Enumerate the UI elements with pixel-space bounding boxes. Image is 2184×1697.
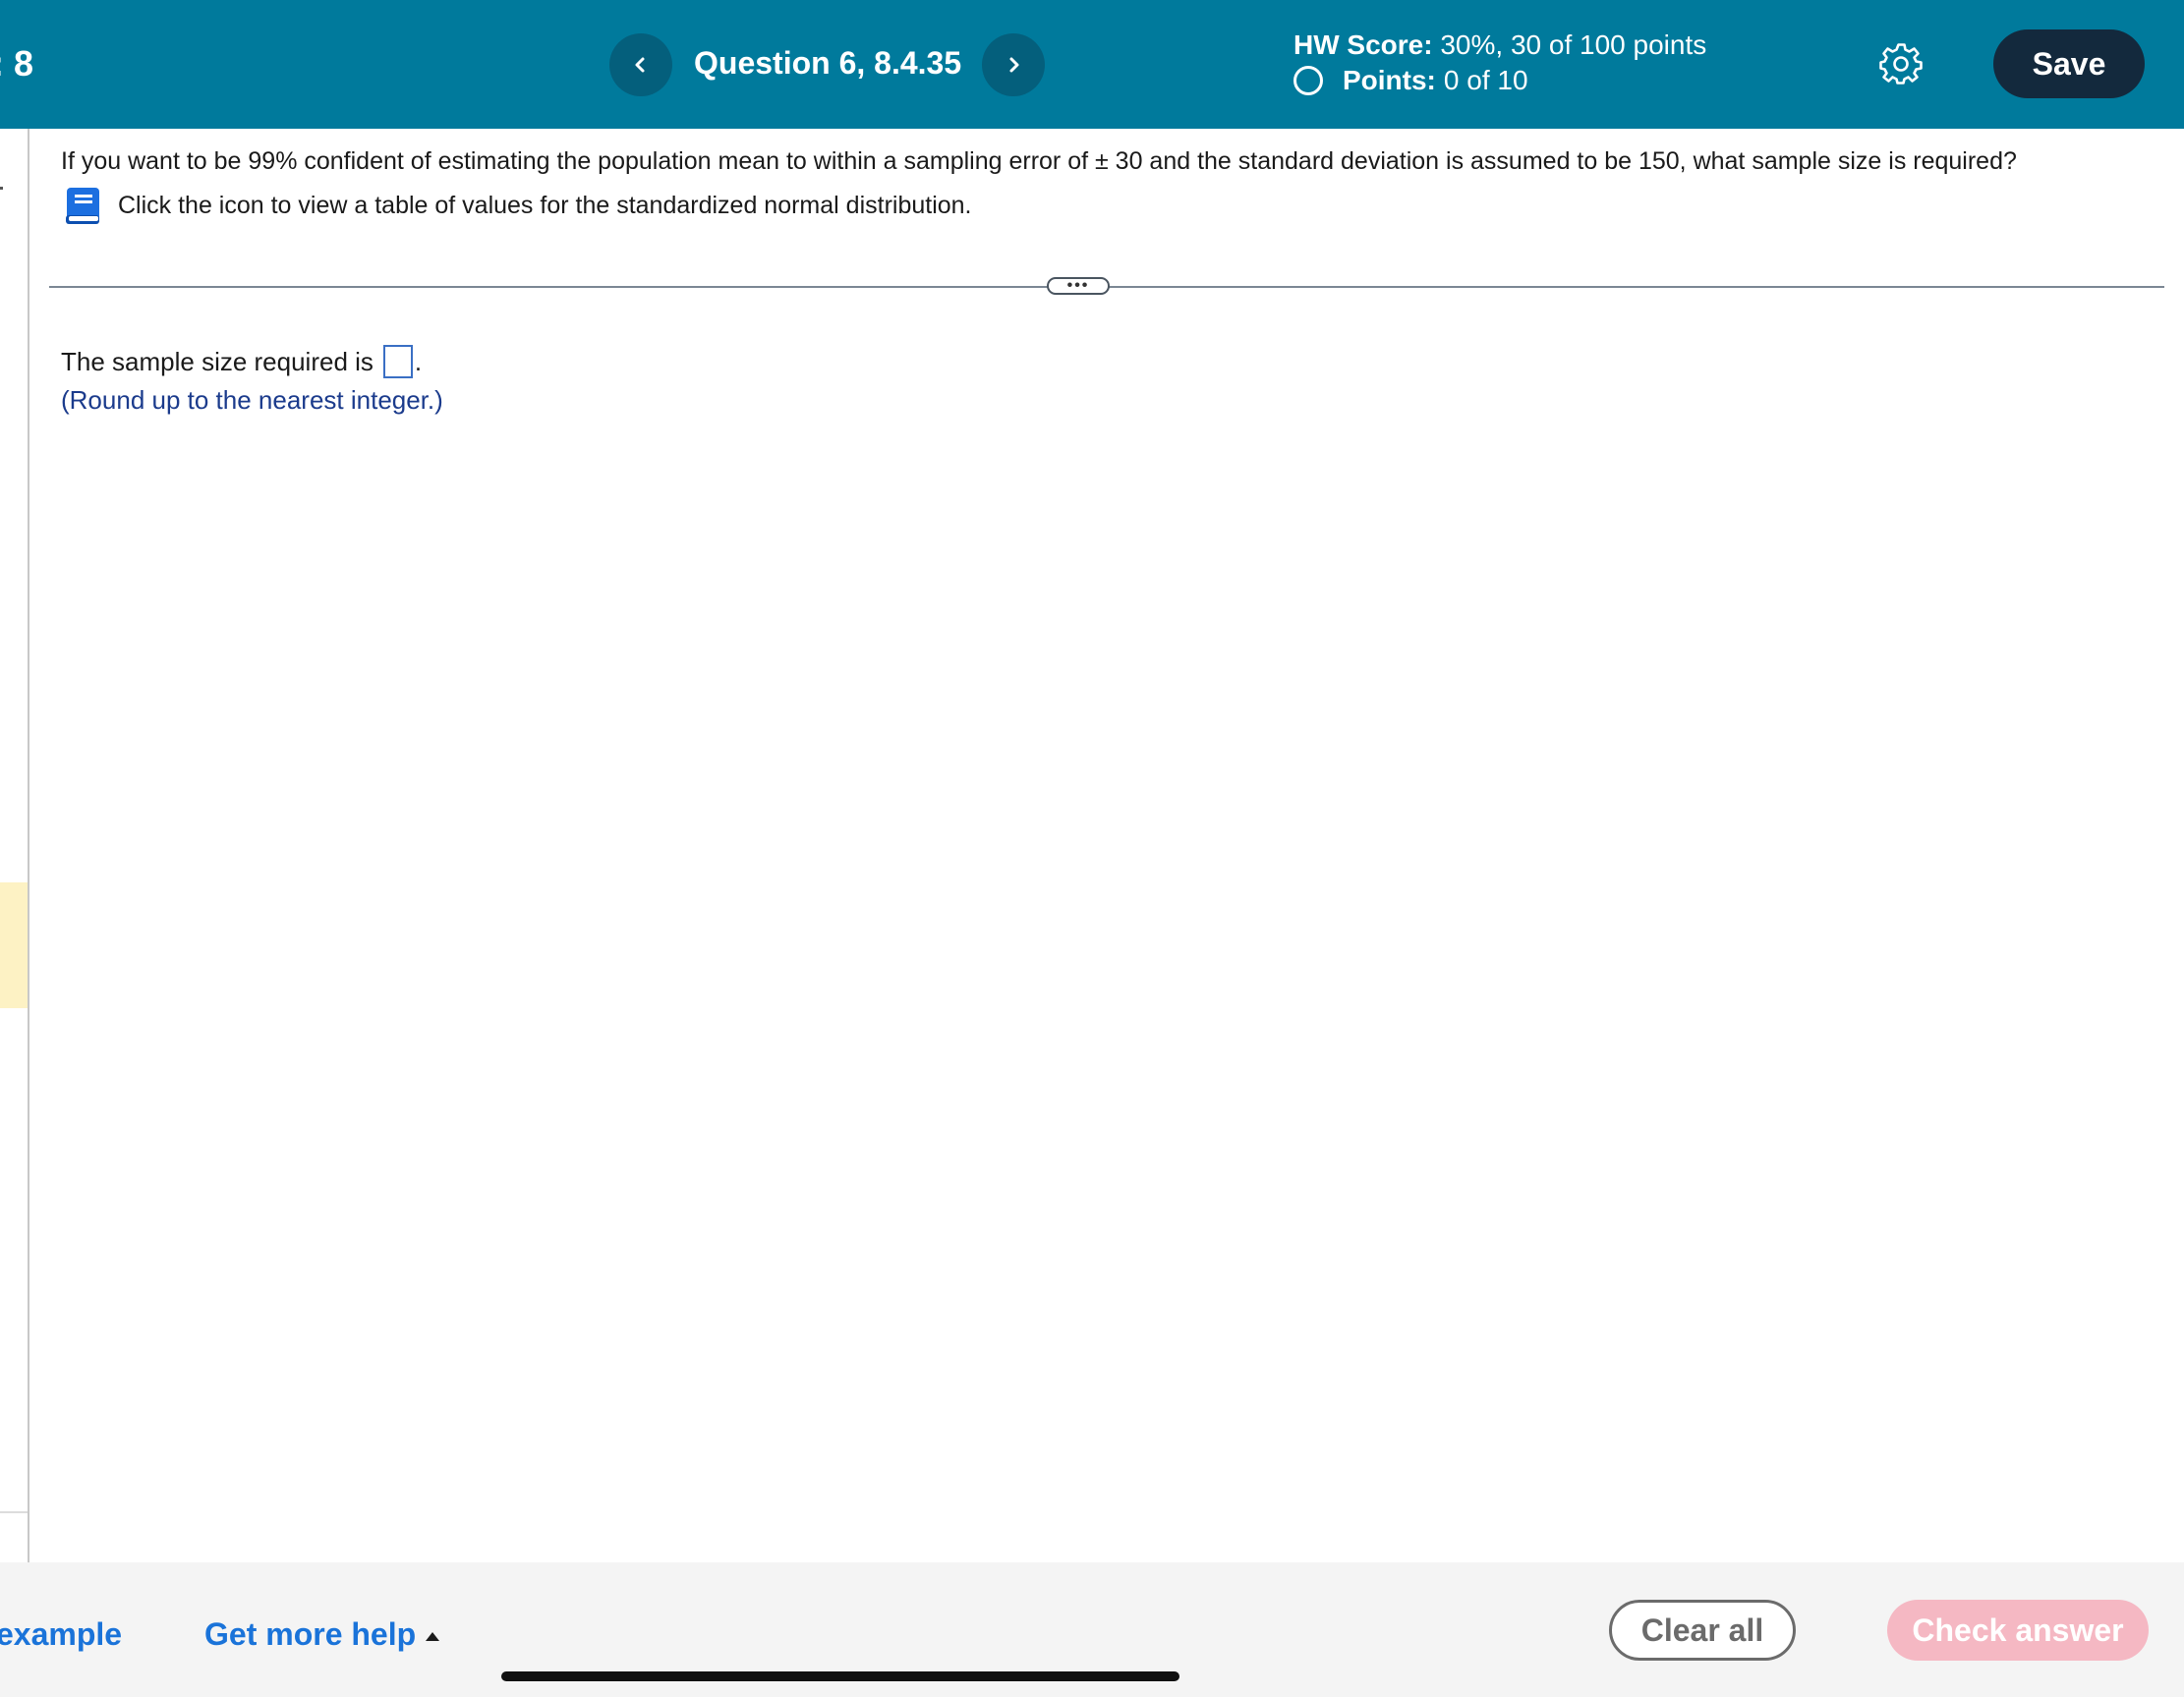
left-panel-highlight — [0, 882, 28, 1008]
hw-score: HW Score: 30%, 30 of 100 points — [1293, 29, 1706, 61]
rounding-hint: (Round up to the nearest integer.) — [61, 385, 443, 415]
points-value: 0 of 10 — [1443, 65, 1528, 95]
save-button[interactable]: Save — [1993, 29, 2145, 98]
home-indicator — [501, 1671, 1179, 1681]
points-label: Points: — [1343, 65, 1436, 95]
chevron-left-icon — [635, 57, 645, 73]
table-hint-text: Click the icon to view a table of values… — [118, 191, 972, 219]
book-icon[interactable] — [63, 185, 104, 226]
question-title: Question 6, 8.4.35 — [694, 45, 962, 81]
chevron-right-icon — [1009, 57, 1019, 73]
caret-up-icon — [426, 1632, 440, 1641]
previous-question-button[interactable] — [609, 33, 672, 96]
status-circle-icon — [1293, 66, 1323, 95]
truncated-title-fragment: : 8 — [0, 43, 34, 84]
hw-score-value: 30%, 30 of 100 points — [1440, 29, 1707, 60]
answer-prefix: The sample size required is — [61, 346, 374, 376]
ellipsis-icon: ••• — [1066, 277, 1090, 294]
top-header-bar: : 8 Question 6, 8.4.35 HW Score: 30%, 30… — [0, 0, 2184, 129]
hw-score-label: HW Score: — [1293, 29, 1433, 60]
get-more-help-label: Get more help — [204, 1616, 417, 1652]
points-status: Points: 0 of 10 — [1293, 65, 1528, 96]
sample-size-input[interactable] — [382, 345, 413, 378]
answer-line: The sample size required is . — [61, 345, 422, 378]
left-panel-divider — [0, 1511, 28, 1513]
gear-icon[interactable] — [1879, 42, 1923, 85]
check-answer-button[interactable]: Check answer — [1887, 1600, 2149, 1661]
expand-divider-button[interactable]: ••• — [1047, 277, 1110, 295]
answer-suffix: . — [414, 346, 423, 376]
view-example-link[interactable]: example — [0, 1616, 122, 1653]
next-question-button[interactable] — [982, 33, 1045, 96]
question-text: If you want to be 99% confident of estim… — [61, 147, 2017, 175]
clear-all-button[interactable]: Clear all — [1609, 1600, 1796, 1661]
left-panel-marker — [0, 187, 3, 190]
left-panel-border — [28, 129, 29, 1562]
get-more-help-link[interactable]: Get more help — [204, 1616, 440, 1653]
table-reference-row: Click the icon to view a table of values… — [63, 185, 972, 226]
